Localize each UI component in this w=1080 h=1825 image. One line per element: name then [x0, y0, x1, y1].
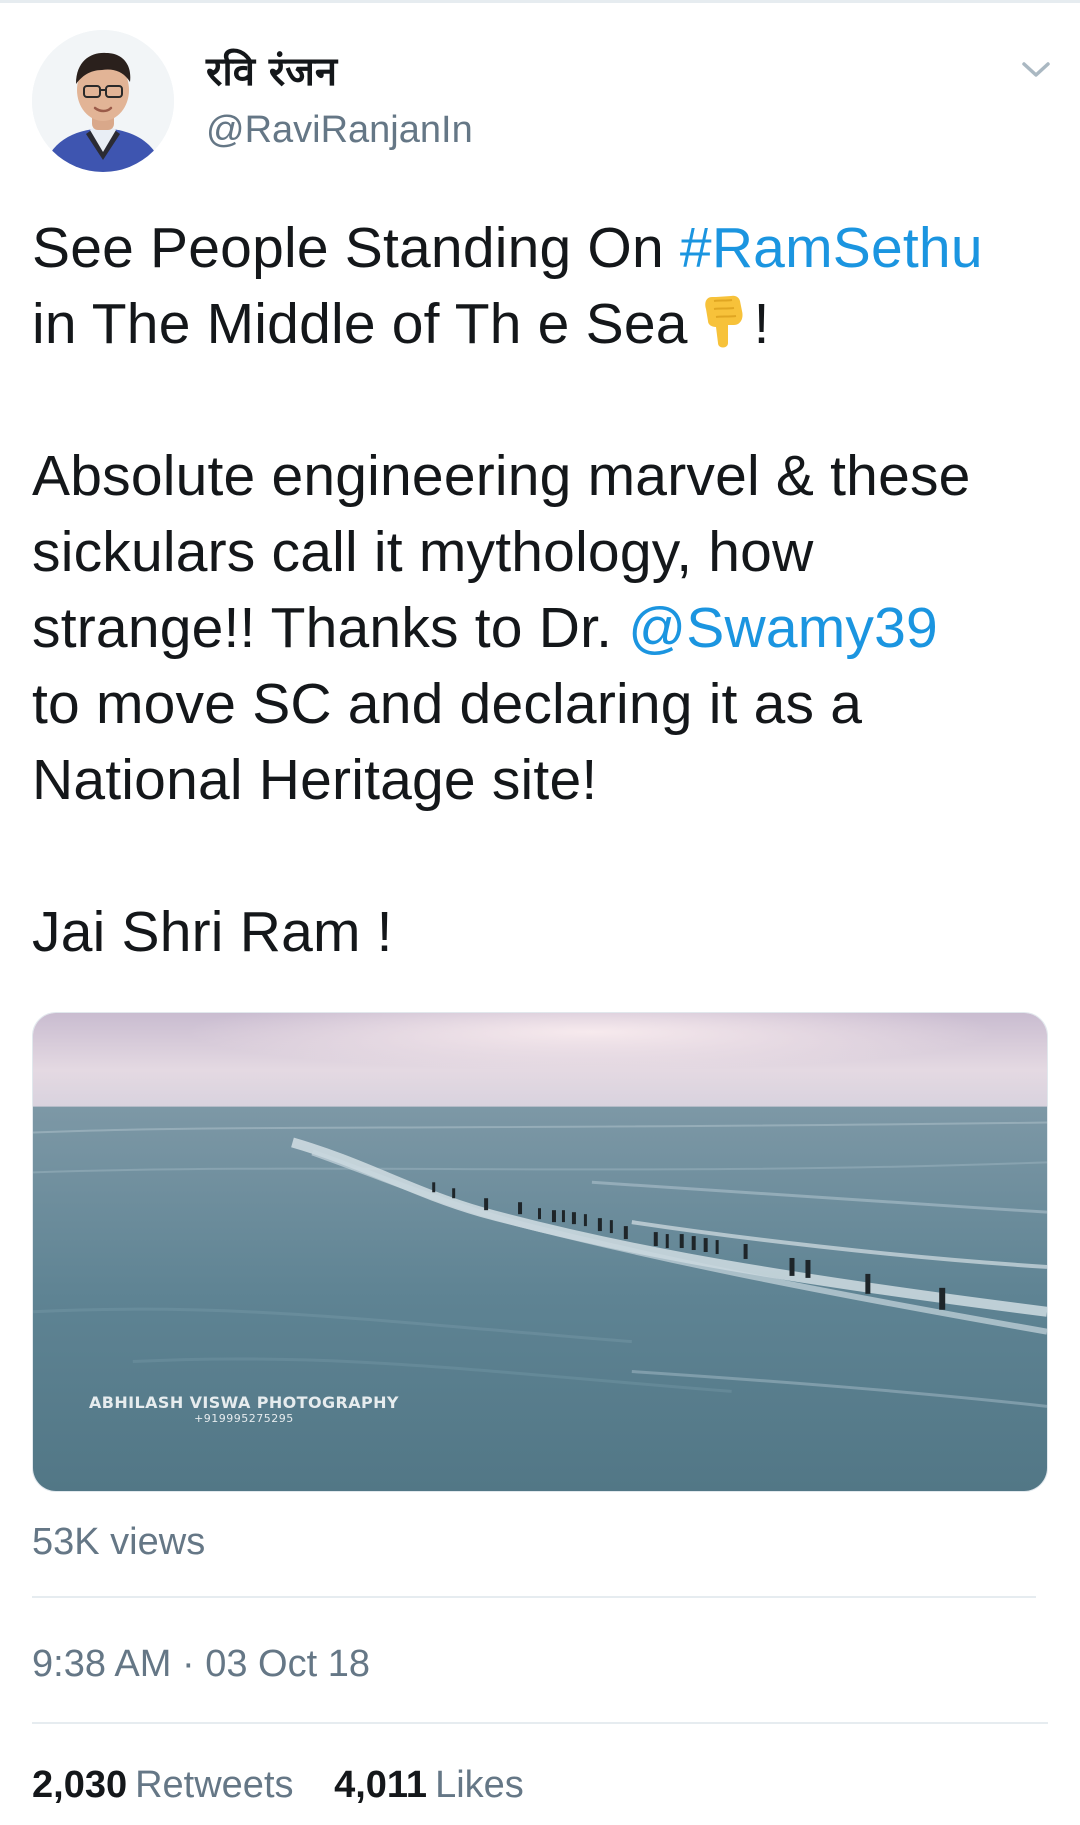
avatar[interactable] [32, 30, 174, 172]
watermark-name: ABHILASH VISWA PHOTOGRAPHY [89, 1393, 399, 1412]
tweet-menu-button[interactable] [1016, 50, 1056, 90]
tweet-timestamp[interactable]: 9:38 AM · 03 Oct 18 [32, 1640, 370, 1688]
chevron-down-icon [1022, 62, 1050, 77]
mention-link[interactable]: @Swamy39 [628, 596, 938, 660]
tweet-text-segment: in The Middle of Th e Sea [32, 292, 688, 356]
video-media[interactable]: ABHILASH VISWA PHOTOGRAPHY +919995275295 [32, 1012, 1048, 1492]
likes-label: Likes [435, 1764, 524, 1806]
retweets-stat[interactable]: 2,030 Retweets [32, 1764, 294, 1806]
top-divider [0, 0, 1080, 3]
watermark-phone: +919995275295 [194, 1412, 294, 1425]
retweets-count: 2,030 [32, 1764, 128, 1806]
engagement-stats: 2,030 Retweets 4,011 Likes [32, 1760, 554, 1810]
tweet-text-segment: ! [753, 292, 770, 356]
avatar-image [32, 30, 174, 172]
divider [32, 1596, 1036, 1598]
tweet-text-segment: See People Standing On [32, 216, 680, 280]
tweet-line-2: in The Middle of Th e Sea ! [32, 286, 1052, 362]
photo-watermark: ABHILASH VISWA PHOTOGRAPHY +919995275295 [89, 1393, 399, 1425]
tweet-text: See People Standing On #RamSethu in The … [32, 210, 1052, 970]
tweet-line-4: sickulars call it mythology, how [32, 520, 814, 584]
tweet-text-segment: strange!! Thanks to Dr. [32, 596, 629, 660]
tweet-line-5: strange!! Thanks to Dr. @Swamy39 [32, 590, 1052, 666]
tweet-line-7: National Heritage site! [32, 748, 598, 812]
pointing-down-emoji-icon [704, 295, 743, 348]
tweet-line-6: to move SC and declaring it as a [32, 672, 863, 736]
likes-count: 4,011 [334, 1764, 428, 1806]
hashtag-link[interactable]: #RamSethu [680, 216, 983, 280]
retweets-label: Retweets [135, 1764, 294, 1806]
tweet-line-1: See People Standing On #RamSethu [32, 210, 1052, 286]
tweet-line-8: Jai Shri Ram ! [32, 900, 393, 964]
view-count: 53K views [32, 1521, 206, 1563]
tweet-line-3: Absolute engineering marvel & these [32, 444, 971, 508]
likes-stat[interactable]: 4,011 Likes [334, 1764, 524, 1806]
divider [32, 1722, 1048, 1724]
display-name[interactable]: रवि रंजन [206, 46, 337, 98]
user-handle[interactable]: @RaviRanjanIn [206, 106, 473, 154]
